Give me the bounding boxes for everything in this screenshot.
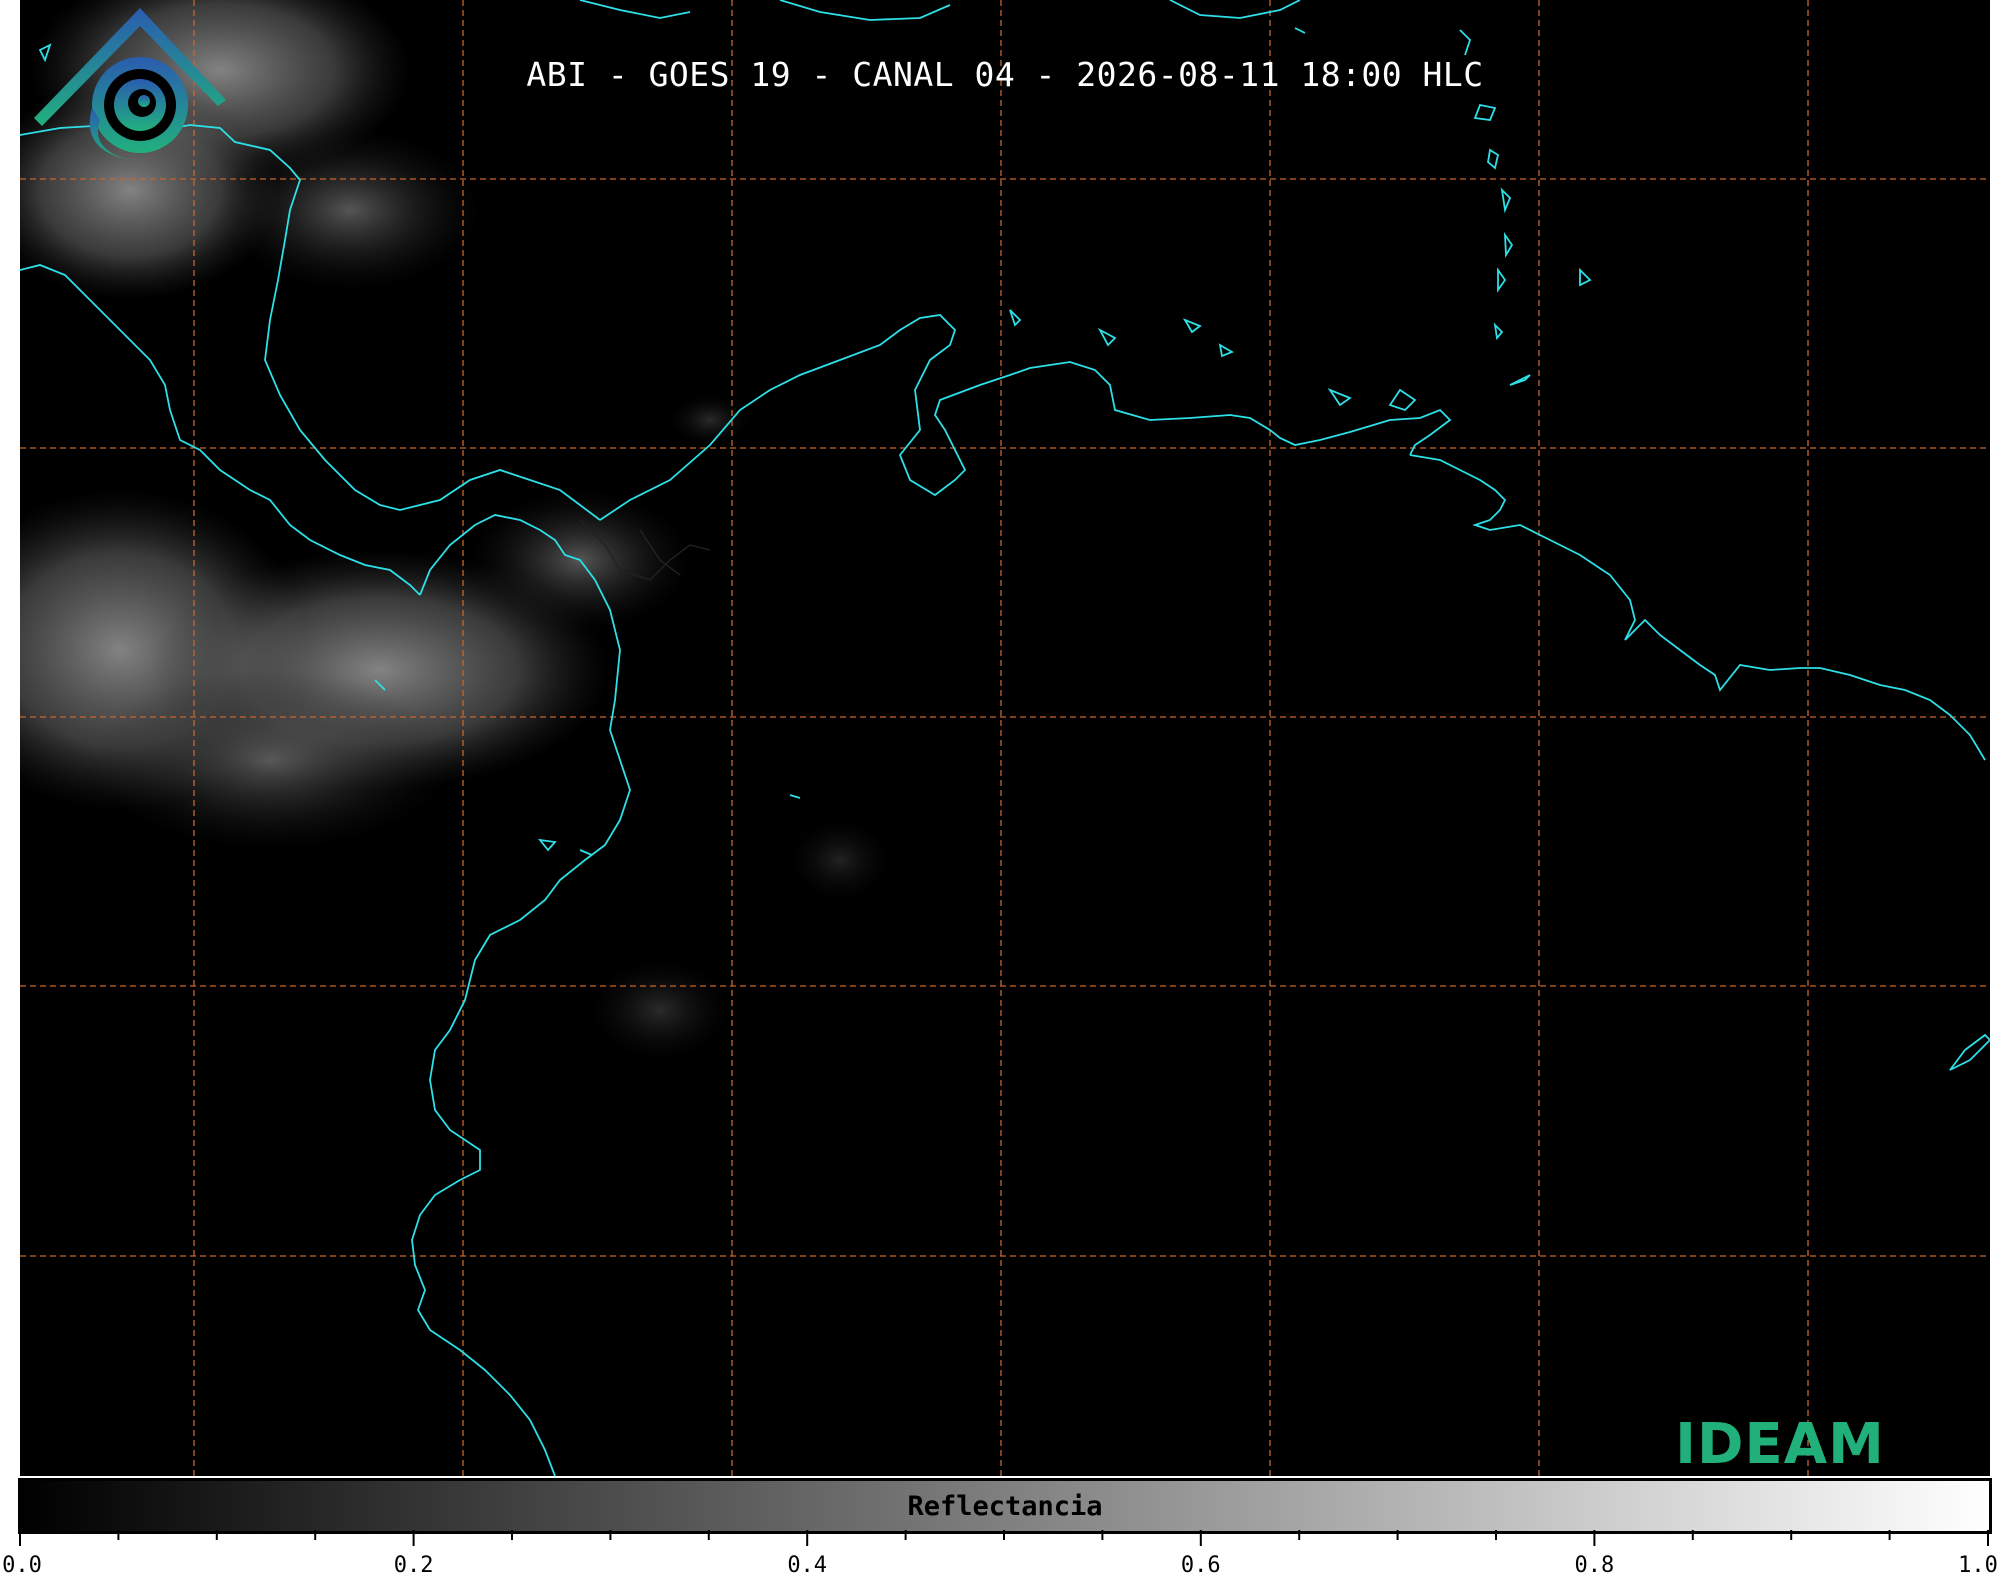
colorbar-tick-label: 0.0	[2, 1553, 42, 1578]
ideam-logo-icon	[34, 8, 226, 160]
colorbar-tick-label: 0.6	[1180, 1553, 1221, 1578]
colorbar-tick-label: 1.0	[1958, 1553, 1998, 1578]
map-canvas	[20, 0, 1990, 1476]
colorbar-tick-label: 0.4	[787, 1553, 828, 1578]
colorbar-tick-label: 0.2	[393, 1553, 434, 1578]
satellite-map: ABI - GOES 19 - CANAL 04 - 2026-08-11 18…	[20, 0, 1990, 1476]
colorbar: Reflectancia	[18, 1478, 1992, 1534]
ideam-logo-text: IDEAM	[1675, 1412, 1885, 1476]
colorbar-label: Reflectancia	[907, 1490, 1103, 1522]
map-title: ABI - GOES 19 - CANAL 04 - 2026-08-11 18…	[526, 55, 1484, 94]
colorbar-tick-label: 0.8	[1574, 1553, 1615, 1578]
colorbar-ticks	[19, 1530, 1989, 1546]
